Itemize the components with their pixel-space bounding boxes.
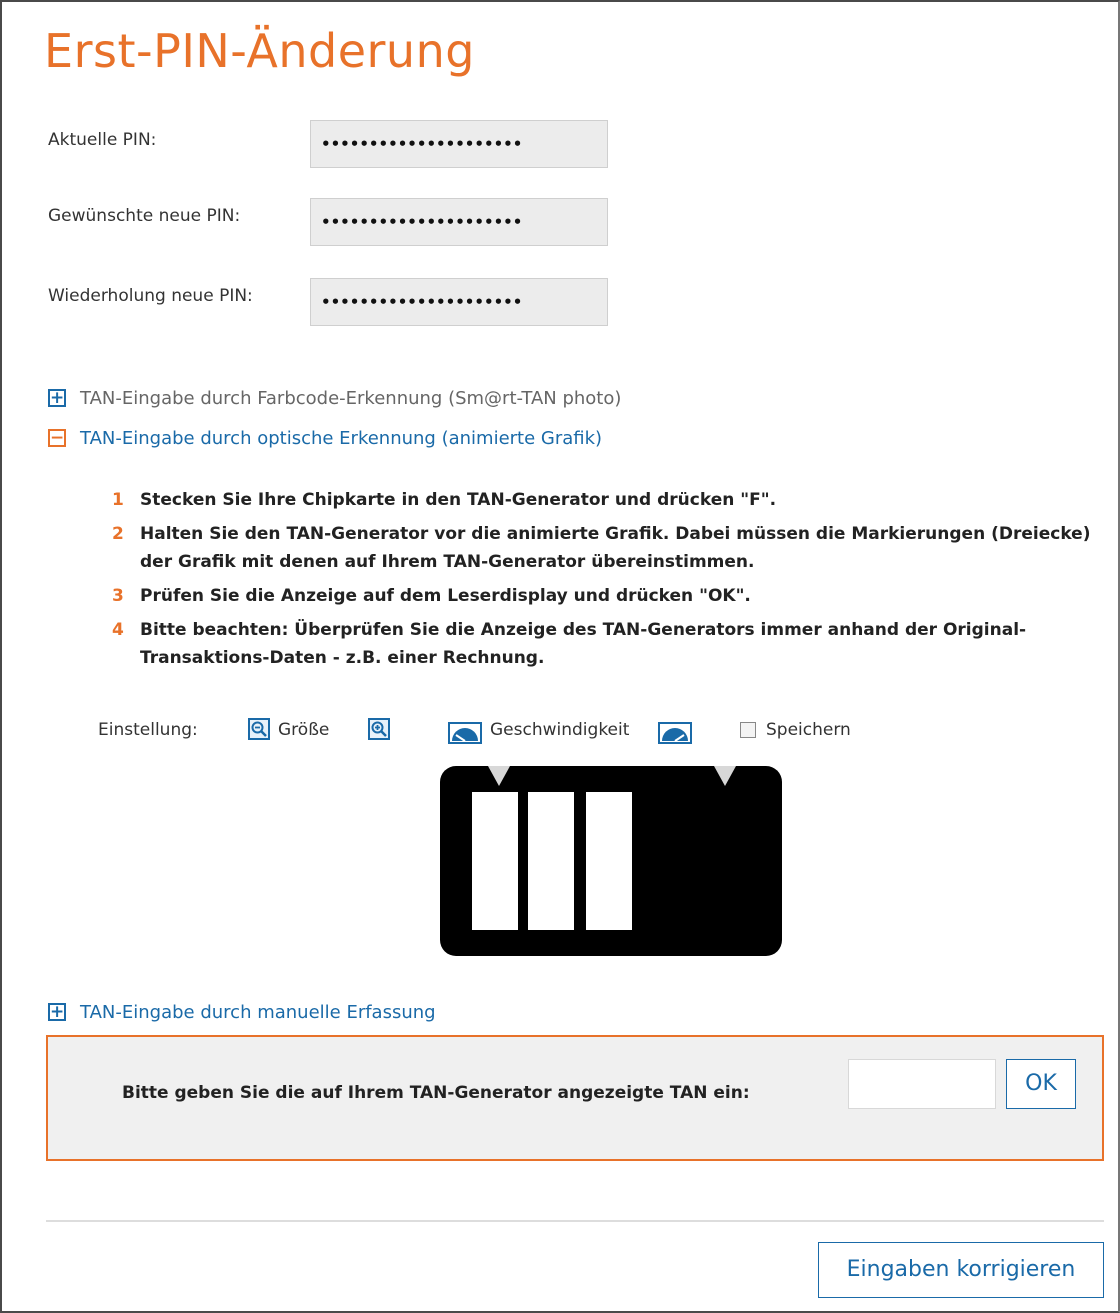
repeat-pin-field[interactable]: ••••••••••••••••••••• (310, 278, 608, 326)
zoom-out-icon[interactable] (248, 718, 270, 740)
step-item: 3 Prüfen Sie die Anzeige auf dem Leserdi… (112, 582, 1112, 610)
ok-button[interactable]: OK (1006, 1059, 1076, 1109)
page-frame: Erst-PIN-Änderung Aktuelle PIN: ••••••••… (0, 0, 1120, 1313)
zoom-out-glyph (251, 721, 267, 737)
step-text: Bitte beachten: Überprüfen Sie die Anzei… (140, 620, 1027, 668)
left-marker-triangle (488, 766, 510, 786)
collapse-minus-icon[interactable]: − (48, 429, 66, 447)
step-number: 3 (112, 586, 124, 606)
settings-label: Einstellung: (98, 720, 198, 740)
toggle-manual-tan-label[interactable]: TAN-Eingabe durch manuelle Erfassung (80, 1002, 436, 1023)
step-number: 4 (112, 620, 124, 640)
size-label: Größe (278, 720, 330, 740)
tan-input[interactable] (848, 1059, 996, 1109)
new-pin-label: Gewünschte neue PIN: (48, 206, 241, 226)
toggle-optical-tan-label[interactable]: TAN-Eingabe durch optische Erkennung (an… (80, 428, 602, 449)
repeat-pin-label: Wiederholung neue PIN: (48, 286, 253, 306)
correct-entries-button[interactable]: Eingaben korrigieren (818, 1242, 1104, 1298)
new-pin-row: Gewünschte neue PIN: •••••••••••••••••••… (48, 198, 628, 248)
toggle-optical-tan[interactable]: − TAN-Eingabe durch optische Erkennung (… (48, 426, 602, 450)
flicker-bar (472, 792, 518, 930)
save-label: Speichern (766, 720, 851, 740)
page-title: Erst-PIN-Änderung (44, 24, 475, 78)
step-number: 1 (112, 490, 124, 510)
toggle-photo-tan[interactable]: + TAN-Eingabe durch Farbcode-Erkennung (… (48, 386, 621, 410)
repeat-pin-row: Wiederholung neue PIN: •••••••••••••••••… (48, 278, 628, 328)
expand-plus-icon[interactable]: + (48, 1003, 66, 1021)
flicker-bar (586, 792, 632, 930)
step-text: Stecken Sie Ihre Chipkarte in den TAN-Ge… (140, 490, 777, 510)
new-pin-field[interactable]: ••••••••••••••••••••• (310, 198, 608, 246)
flicker-code-graphic (440, 766, 782, 956)
zoom-in-glyph (371, 721, 387, 737)
instruction-steps: 1 Stecken Sie Ihre Chipkarte in den TAN-… (112, 486, 1112, 678)
step-item: 2 Halten Sie den TAN-Generator vor die a… (112, 520, 1112, 576)
flicker-bar (528, 792, 574, 930)
tan-prompt: Bitte geben Sie die auf Ihrem TAN-Genera… (122, 1083, 750, 1103)
current-pin-label: Aktuelle PIN: (48, 130, 157, 150)
speed-down-icon[interactable] (448, 722, 482, 744)
right-marker-triangle (714, 766, 736, 786)
speed-up-glyph (662, 728, 688, 742)
step-text: Prüfen Sie die Anzeige auf dem Leserdisp… (140, 586, 751, 606)
current-pin-row: Aktuelle PIN: ••••••••••••••••••••• (48, 120, 628, 170)
step-item: 1 Stecken Sie Ihre Chipkarte in den TAN-… (112, 486, 1112, 514)
toggle-manual-tan[interactable]: + TAN-Eingabe durch manuelle Erfassung (48, 1000, 436, 1024)
speed-up-icon[interactable] (658, 722, 692, 744)
display-settings: Einstellung: Größe Geschwindigkeit Speic… (98, 716, 998, 746)
current-pin-field[interactable]: ••••••••••••••••••••• (310, 120, 608, 168)
save-checkbox[interactable] (740, 722, 756, 738)
speed-down-glyph (452, 728, 478, 742)
zoom-in-icon[interactable] (368, 718, 390, 740)
tan-entry-box: Bitte geben Sie die auf Ihrem TAN-Genera… (46, 1035, 1104, 1161)
speed-label: Geschwindigkeit (490, 720, 630, 740)
toggle-photo-tan-label[interactable]: TAN-Eingabe durch Farbcode-Erkennung (Sm… (80, 388, 621, 409)
expand-plus-icon[interactable]: + (48, 389, 66, 407)
step-number: 2 (112, 524, 124, 544)
step-item: 4 Bitte beachten: Überprüfen Sie die Anz… (112, 616, 1112, 672)
step-text: Halten Sie den TAN-Generator vor die ani… (140, 524, 1091, 572)
divider (46, 1220, 1104, 1222)
